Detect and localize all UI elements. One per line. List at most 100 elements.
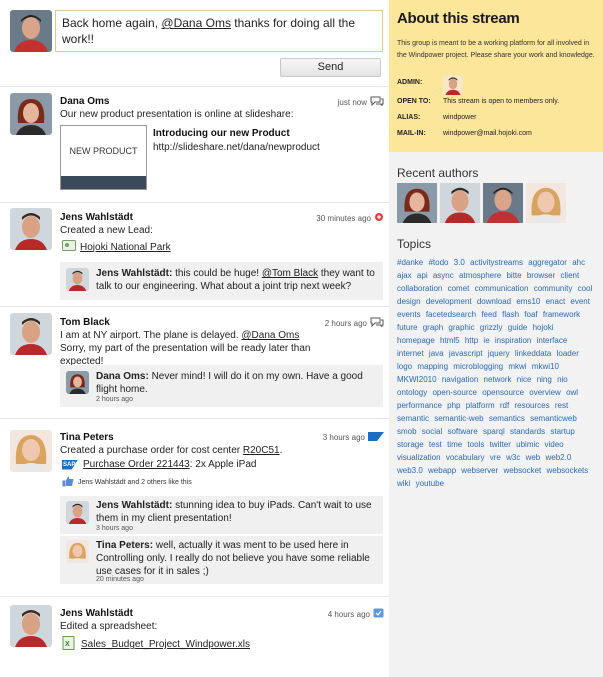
topic-tag[interactable]: smob: [397, 427, 417, 436]
recent-author-avatar[interactable]: [483, 182, 523, 224]
topic-tag[interactable]: vocabulary: [446, 453, 485, 462]
spreadsheet-link[interactable]: Sales_Budget_Project_Windpower.xls: [81, 639, 250, 650]
topic-tag[interactable]: resources: [514, 401, 549, 410]
comment-author[interactable]: Tina Peters:: [96, 540, 153, 551]
post-author[interactable]: Dana Oms: [60, 96, 109, 107]
topic-tag[interactable]: homepage: [397, 336, 435, 345]
recent-author-avatar[interactable]: [526, 182, 566, 224]
comment-author[interactable]: Dana Oms:: [96, 371, 149, 382]
attachment-title[interactable]: Introducing our new Product: [153, 128, 290, 139]
topic-tag[interactable]: vre: [490, 453, 501, 462]
topic-tag[interactable]: web: [526, 453, 541, 462]
topic-tag[interactable]: collaboration: [397, 284, 442, 293]
topic-tag[interactable]: php: [447, 401, 460, 410]
topic-tag[interactable]: foaf: [524, 310, 537, 319]
comment-author[interactable]: Jens Wahlstädt:: [96, 500, 172, 511]
topic-tag[interactable]: communication: [475, 284, 529, 293]
topic-tag[interactable]: social: [422, 427, 442, 436]
topic-tag[interactable]: semantics: [489, 414, 525, 423]
topic-tag[interactable]: interface: [537, 336, 568, 345]
current-user-avatar[interactable]: [10, 10, 52, 52]
comment-avatar-jens[interactable]: [66, 501, 89, 524]
topic-tag[interactable]: software: [447, 427, 477, 436]
topic-tag[interactable]: open-source: [432, 388, 476, 397]
topic-tag[interactable]: loader: [557, 349, 579, 358]
topic-tag[interactable]: aggregator: [528, 258, 567, 267]
topic-tag[interactable]: platform: [466, 401, 495, 410]
comment-avatar-jens[interactable]: [66, 268, 89, 291]
topic-tag[interactable]: w3c: [506, 453, 520, 462]
topic-tag[interactable]: test: [429, 440, 442, 449]
author-avatar-tom[interactable]: [10, 313, 52, 355]
topic-tag[interactable]: semantic-web: [434, 414, 483, 423]
topic-tag[interactable]: web3.0: [397, 466, 423, 475]
author-avatar-jens[interactable]: [10, 605, 52, 647]
topic-tag[interactable]: internet: [397, 349, 424, 358]
topic-tag[interactable]: html5: [440, 336, 460, 345]
topic-tag[interactable]: mkwi: [508, 362, 526, 371]
recent-author-avatar[interactable]: [397, 182, 437, 224]
post-author[interactable]: Tom Black: [60, 317, 110, 328]
topic-tag[interactable]: graph: [423, 323, 443, 332]
composer-mention[interactable]: @Dana Oms: [161, 16, 231, 30]
topic-tag[interactable]: linkeddata: [515, 349, 551, 358]
recent-author-avatar[interactable]: [440, 182, 480, 224]
mail-in-value[interactable]: windpower@mail.hojoki.com: [443, 130, 532, 137]
topic-tag[interactable]: mapping: [417, 362, 448, 371]
topic-tag[interactable]: activitystreams: [470, 258, 523, 267]
send-button[interactable]: Send: [280, 58, 381, 77]
topic-tag[interactable]: nice: [517, 375, 532, 384]
topic-tag[interactable]: opensource: [482, 388, 524, 397]
topic-tag[interactable]: facetedsearch: [426, 310, 476, 319]
topic-tag[interactable]: twitter: [490, 440, 511, 449]
topic-tag[interactable]: standards: [510, 427, 545, 436]
topic-tag[interactable]: download: [477, 297, 511, 306]
topic-tag[interactable]: mkwi10: [532, 362, 559, 371]
lead-link[interactable]: Hojoki National Park: [80, 242, 171, 253]
topic-tag[interactable]: wiki: [397, 479, 410, 488]
topic-tag[interactable]: comet: [448, 284, 470, 293]
topic-tag[interactable]: owl: [566, 388, 578, 397]
author-avatar-jens[interactable]: [10, 208, 52, 250]
topic-tag[interactable]: network: [484, 375, 512, 384]
topic-tag[interactable]: future: [397, 323, 417, 332]
topic-tag[interactable]: webserver: [461, 466, 498, 475]
status-composer-input[interactable]: Back home again, @Dana Oms thanks for do…: [55, 10, 383, 52]
topic-tag[interactable]: rdf: [500, 401, 509, 410]
topic-tag[interactable]: javascript: [449, 349, 483, 358]
author-avatar-dana[interactable]: [10, 93, 52, 135]
post-author[interactable]: Jens Wahlstädt: [60, 608, 133, 619]
topic-tag[interactable]: grizzly: [480, 323, 503, 332]
comment-mention[interactable]: @Tom Black: [262, 268, 318, 279]
topic-tag[interactable]: #danke: [397, 258, 423, 267]
topic-tag[interactable]: ontology: [397, 388, 427, 397]
topic-tag[interactable]: storage: [397, 440, 424, 449]
post-author[interactable]: Jens Wahlstädt: [60, 212, 133, 223]
topic-tag[interactable]: development: [426, 297, 472, 306]
thumbs-up-icon[interactable]: [62, 476, 74, 489]
topic-tag[interactable]: ie: [483, 336, 489, 345]
likes-text[interactable]: Jens Wahlstädt and 2 others like this: [78, 479, 192, 486]
topic-tag[interactable]: navigation: [442, 375, 478, 384]
topic-tag[interactable]: MKWI2010: [397, 375, 437, 384]
topic-tag[interactable]: java: [429, 349, 444, 358]
topic-tag[interactable]: jquery: [488, 349, 510, 358]
topic-tag[interactable]: rest: [555, 401, 568, 410]
topic-tag[interactable]: video: [545, 440, 564, 449]
topic-tag[interactable]: webapp: [428, 466, 456, 475]
post-mention[interactable]: @Dana Oms: [241, 330, 299, 341]
topic-tag[interactable]: startup: [550, 427, 574, 436]
topic-tag[interactable]: performance: [397, 401, 442, 410]
topic-tag[interactable]: cool: [578, 284, 593, 293]
topic-tag[interactable]: http: [465, 336, 478, 345]
topic-tag[interactable]: guide: [508, 323, 528, 332]
topic-tag[interactable]: ubimic: [516, 440, 539, 449]
topic-tag[interactable]: enact: [546, 297, 566, 306]
topic-tag[interactable]: inspiration: [495, 336, 531, 345]
comment-avatar-tina[interactable]: [66, 540, 89, 563]
topic-tag[interactable]: websocket: [503, 466, 541, 475]
topic-tag[interactable]: api: [417, 271, 428, 280]
topic-tag[interactable]: websockets: [546, 466, 588, 475]
topic-tag[interactable]: async: [433, 271, 454, 280]
topic-tag[interactable]: graphic: [448, 323, 474, 332]
